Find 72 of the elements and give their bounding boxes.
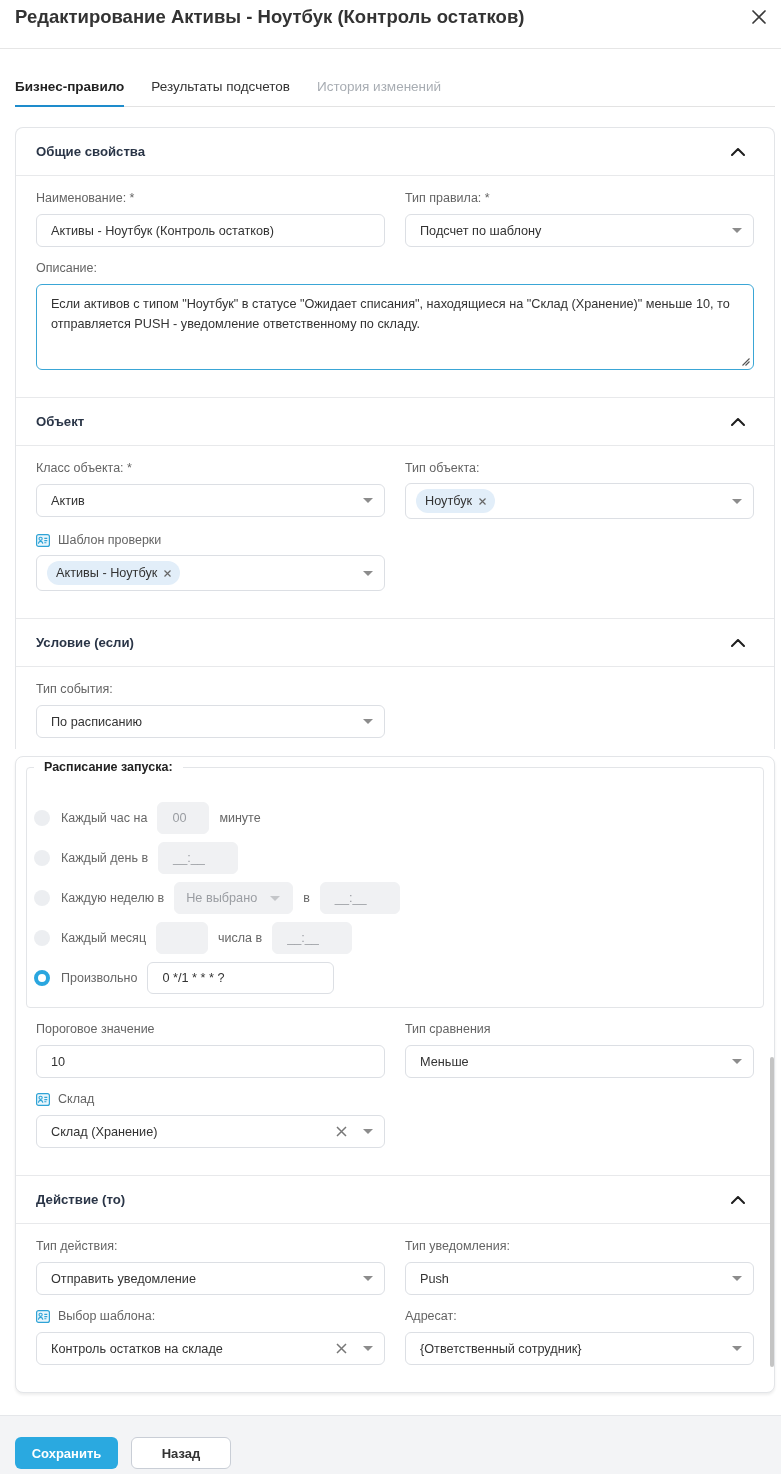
dropdown[interactable]: Push xyxy=(405,1262,754,1295)
option-label: Каждый час на xyxy=(61,811,148,825)
caret-icon xyxy=(732,1059,742,1064)
resize-handle-icon[interactable] xyxy=(742,358,750,366)
caret-icon xyxy=(363,498,373,503)
tag-label: Активы - Ноутбук xyxy=(56,566,158,580)
tab[interactable]: Результаты подсчетов xyxy=(151,68,290,107)
text-field[interactable]: Активы - Ноутбук (Контроль остатков) xyxy=(36,214,385,247)
caret-icon xyxy=(732,1276,742,1281)
dialog-title: Редактирование Активы - Ноутбук (Контроль остатков) xyxy=(15,6,525,28)
field-label: Тип объекта: xyxy=(405,461,480,475)
caret-icon xyxy=(363,1276,373,1281)
section-title: Действие (то) xyxy=(36,1192,126,1207)
expression-input[interactable]: 0 */1 * * * ? xyxy=(147,962,335,994)
tag-dropdown[interactable]: Активы - Ноутбук xyxy=(36,555,385,591)
option-label: Произвольно xyxy=(61,971,138,985)
caret-icon xyxy=(270,895,281,901)
text-field[interactable]: 10 xyxy=(36,1045,385,1078)
schedule-title: Расписание запуска: xyxy=(43,759,174,775)
field-label: Класс объекта: * xyxy=(36,461,132,475)
back-button[interactable]: Назад xyxy=(131,1437,231,1469)
field-label: Пороговое значение xyxy=(36,1022,155,1036)
tag-dropdown[interactable]: Ноутбук xyxy=(405,483,754,519)
field-label: Описание: xyxy=(36,261,97,275)
radio-button[interactable] xyxy=(34,970,50,986)
chevron-icon[interactable] xyxy=(731,417,745,426)
option-label: в xyxy=(303,891,310,905)
field-label: Шаблон проверки xyxy=(58,533,162,547)
scrollbar-thumb[interactable] xyxy=(770,1057,774,1367)
tag-label: Ноутбук xyxy=(425,494,473,508)
field-label: Тип правила: * xyxy=(405,191,490,205)
clear-icon[interactable] xyxy=(336,1126,347,1137)
chevron-icon[interactable] xyxy=(731,1195,745,1204)
dropdown[interactable]: {Ответственный сотрудник} xyxy=(405,1332,754,1365)
option-label: Каждую неделю в xyxy=(61,891,165,905)
dropdown[interactable]: Отправить уведомление xyxy=(36,1262,385,1295)
field-label: Тип действия: xyxy=(36,1239,118,1253)
option-label: Каждый день в xyxy=(61,851,149,865)
field-label: Адресат: xyxy=(405,1309,457,1323)
field-label: Тип сравнения xyxy=(405,1022,491,1036)
remove-icon[interactable] xyxy=(479,497,487,505)
dropdown[interactable]: Меньше xyxy=(405,1045,754,1078)
dropdown[interactable]: По расписанию xyxy=(36,705,385,738)
caret-icon xyxy=(363,1129,373,1134)
dropdown[interactable]: Актив xyxy=(36,484,385,517)
section-title: Условие (если) xyxy=(36,635,134,650)
dropdown[interactable]: Подсчет по шаблону xyxy=(405,214,754,247)
dropdown[interactable]: Контроль остатков на складе xyxy=(36,1332,385,1365)
section-title: Объект xyxy=(36,414,85,429)
clear-icon[interactable] xyxy=(336,1343,347,1354)
chevron-icon[interactable] xyxy=(731,638,745,647)
option-label: числа в xyxy=(218,931,263,945)
caret-icon xyxy=(732,1346,742,1351)
remove-icon[interactable] xyxy=(164,569,172,577)
section-title: Общие свойства xyxy=(36,144,146,159)
field-label: Тип события: xyxy=(36,682,113,696)
field-label: Склад xyxy=(58,1092,95,1106)
option-label: Каждый месяц xyxy=(61,931,147,945)
tab[interactable]: Бизнес-правило xyxy=(15,68,125,107)
caret-icon xyxy=(363,1346,373,1351)
field-label: Выбор шаблона: xyxy=(58,1309,156,1323)
field-label: Наименование: * xyxy=(36,191,135,205)
text-area[interactable]: Если активов с типом "Ноутбук" в статусе "Ожидает списания", находящиеся на "Склад (Хранение)" меньше 10, то отправляется PUSH - уведомление ответственному по складу. xyxy=(36,284,754,370)
caret-icon xyxy=(363,570,373,576)
caret-icon xyxy=(732,228,742,233)
option-label: минуте xyxy=(219,811,261,825)
caret-icon xyxy=(732,498,742,504)
close-icon[interactable] xyxy=(752,10,766,24)
field-label: Тип уведомления: xyxy=(405,1239,510,1253)
caret-icon xyxy=(363,719,373,724)
dropdown[interactable]: Склад (Хранение) xyxy=(36,1115,385,1148)
chevron-icon[interactable] xyxy=(731,147,745,156)
